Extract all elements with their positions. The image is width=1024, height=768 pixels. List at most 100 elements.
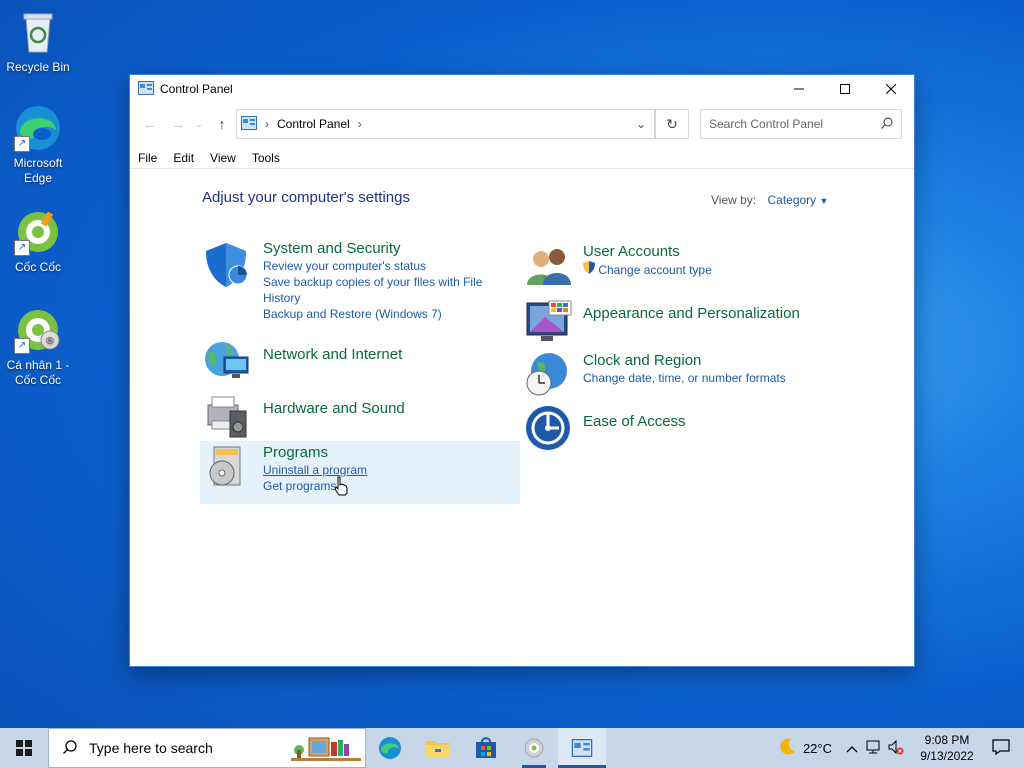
volume-muted-icon[interactable]: [888, 739, 904, 758]
clock-time: 9:08 PM: [924, 733, 970, 747]
network-icon[interactable]: [866, 739, 882, 758]
printer-speaker-icon[interactable]: [202, 391, 250, 439]
taskbar-edge[interactable]: [366, 728, 414, 768]
svg-text:®: ®: [45, 336, 55, 347]
control-panel-icon: [571, 739, 593, 757]
desktop-icon-recycle-bin[interactable]: Recycle Bin: [0, 8, 76, 75]
category-title[interactable]: Hardware and Sound: [263, 399, 405, 418]
category-link[interactable]: Change account type: [598, 263, 711, 277]
notification-center-icon[interactable]: [992, 738, 1010, 758]
window-title: Control Panel: [160, 82, 233, 96]
appearance-monitor-icon[interactable]: [525, 299, 573, 347]
search-icon: [63, 739, 77, 757]
chevron-down-icon: ⌄: [195, 118, 203, 129]
uac-shield-icon: [583, 261, 598, 277]
start-button[interactable]: [0, 728, 48, 768]
coccoc-icon: ↗: [14, 208, 62, 256]
shield-icon[interactable]: [202, 241, 250, 289]
store-icon: [476, 737, 496, 758]
search-icon: [881, 117, 893, 132]
category-link-row: Change account type: [583, 261, 712, 278]
control-panel-window: Control Panel ← → ⌄ ↑ › Control Panel › …: [130, 75, 914, 666]
uninstall-program-link[interactable]: Uninstall a program: [263, 462, 367, 478]
category-network-internet: Network and Internet: [263, 345, 402, 364]
back-arrow-icon: ←: [143, 116, 157, 132]
breadcrumb-separator-icon[interactable]: ›: [358, 117, 362, 131]
category-title[interactable]: User Accounts: [583, 242, 712, 261]
system-tray: 22°C 9:08 PM 9/13/2022: [777, 728, 1024, 768]
close-button[interactable]: [868, 75, 914, 103]
category-title[interactable]: Programs: [263, 443, 367, 462]
category-title[interactable]: Network and Internet: [263, 345, 402, 364]
desktop-icon-label: Cốc Cốc: [14, 260, 61, 274]
desktop-icon-coccoc[interactable]: ↗ Cốc Cốc: [0, 208, 76, 275]
taskbar-clock[interactable]: 9:08 PM 9/13/2022: [912, 732, 982, 764]
clock-date: 9/13/2022: [920, 749, 974, 763]
taskbar-search-box[interactable]: Type here to search: [48, 728, 366, 768]
category-title[interactable]: Ease of Access: [583, 412, 686, 431]
view-by: View by: Category ▼: [711, 193, 828, 207]
category-title[interactable]: Clock and Region: [583, 351, 786, 370]
close-icon: [886, 84, 896, 94]
view-by-dropdown[interactable]: Category ▼: [767, 193, 828, 207]
content-area: Adjust your computer's settings View by:…: [130, 168, 914, 590]
taskbar-coccoc-profile[interactable]: [510, 728, 558, 768]
category-link[interactable]: Save backup copies of your files with Fi…: [263, 274, 493, 306]
user-accounts-icon[interactable]: [525, 245, 573, 293]
show-hidden-icons-chevron-up-icon[interactable]: [846, 741, 858, 756]
category-link[interactable]: Change date, time, or number formats: [583, 370, 786, 386]
windows-logo-icon: [16, 740, 32, 756]
address-dropdown-icon[interactable]: ⌄: [636, 117, 646, 131]
category-link[interactable]: Review your computer's status: [263, 258, 493, 274]
search-highlight-illustration-icon: [291, 732, 361, 765]
weather-temperature[interactable]: 22°C: [803, 741, 832, 756]
menu-file[interactable]: File: [130, 148, 165, 168]
taskbar-control-panel[interactable]: [558, 728, 606, 768]
ease-of-access-icon[interactable]: [525, 405, 573, 453]
menu-edit[interactable]: Edit: [165, 148, 202, 168]
desktop-icon-edge[interactable]: ↗ Microsoft Edge: [0, 104, 76, 186]
clock-globe-icon[interactable]: [523, 351, 571, 399]
category-link[interactable]: Backup and Restore (Windows 7): [263, 306, 493, 322]
up-button[interactable]: ↑: [210, 112, 234, 136]
back-button[interactable]: ←: [138, 112, 162, 136]
title-bar[interactable]: Control Panel: [130, 75, 914, 103]
weather-moon-icon[interactable]: [777, 737, 797, 760]
menu-tools[interactable]: Tools: [244, 148, 288, 168]
category-title[interactable]: System and Security: [263, 239, 493, 258]
search-input[interactable]: Search Control Panel: [709, 117, 881, 131]
desktop-icon-label: Microsoft Edge: [13, 156, 63, 185]
get-programs-link[interactable]: Get programs: [263, 478, 367, 494]
breadcrumb-separator-icon[interactable]: ›: [265, 117, 269, 131]
forward-button[interactable]: →: [166, 112, 190, 136]
network-globe-icon[interactable]: [202, 337, 250, 385]
taskbar-file-explorer[interactable]: [414, 728, 462, 768]
control-panel-icon: [241, 115, 257, 133]
refresh-icon: ↻: [666, 115, 678, 132]
shortcut-arrow-icon: ↗: [14, 338, 30, 354]
menu-bar: File Edit View Tools: [130, 148, 288, 168]
category-appearance: Appearance and Personalization: [583, 304, 800, 323]
category-user-accounts: User Accounts Change account type: [583, 242, 712, 278]
desktop-icon-coccoc-profile[interactable]: ® ↗ Cá nhân 1 - Cốc Cốc: [0, 306, 76, 388]
recent-locations-button[interactable]: ⌄: [192, 112, 206, 136]
desktop-icon-label: Recycle Bin: [6, 60, 70, 74]
programs-disc-icon[interactable]: [206, 445, 254, 493]
taskbar-search-input[interactable]: Type here to search: [89, 740, 291, 756]
taskbar-store[interactable]: [462, 728, 510, 768]
edge-icon: [379, 737, 401, 759]
coccoc-profile-icon: [524, 738, 544, 758]
refresh-button[interactable]: ↻: [655, 109, 689, 139]
address-bar[interactable]: › Control Panel › ⌄: [236, 109, 655, 139]
breadcrumb-control-panel[interactable]: Control Panel: [277, 117, 350, 131]
forward-arrow-icon: →: [171, 116, 185, 132]
edge-icon: ↗: [14, 104, 62, 152]
search-box[interactable]: Search Control Panel: [700, 109, 902, 139]
menu-view[interactable]: View: [202, 148, 244, 168]
category-title[interactable]: Appearance and Personalization: [583, 304, 800, 323]
up-arrow-icon: ↑: [218, 116, 226, 132]
maximize-button[interactable]: [822, 75, 868, 103]
maximize-icon: [840, 84, 850, 94]
category-ease-of-access: Ease of Access: [583, 412, 686, 431]
minimize-button[interactable]: [776, 75, 822, 103]
